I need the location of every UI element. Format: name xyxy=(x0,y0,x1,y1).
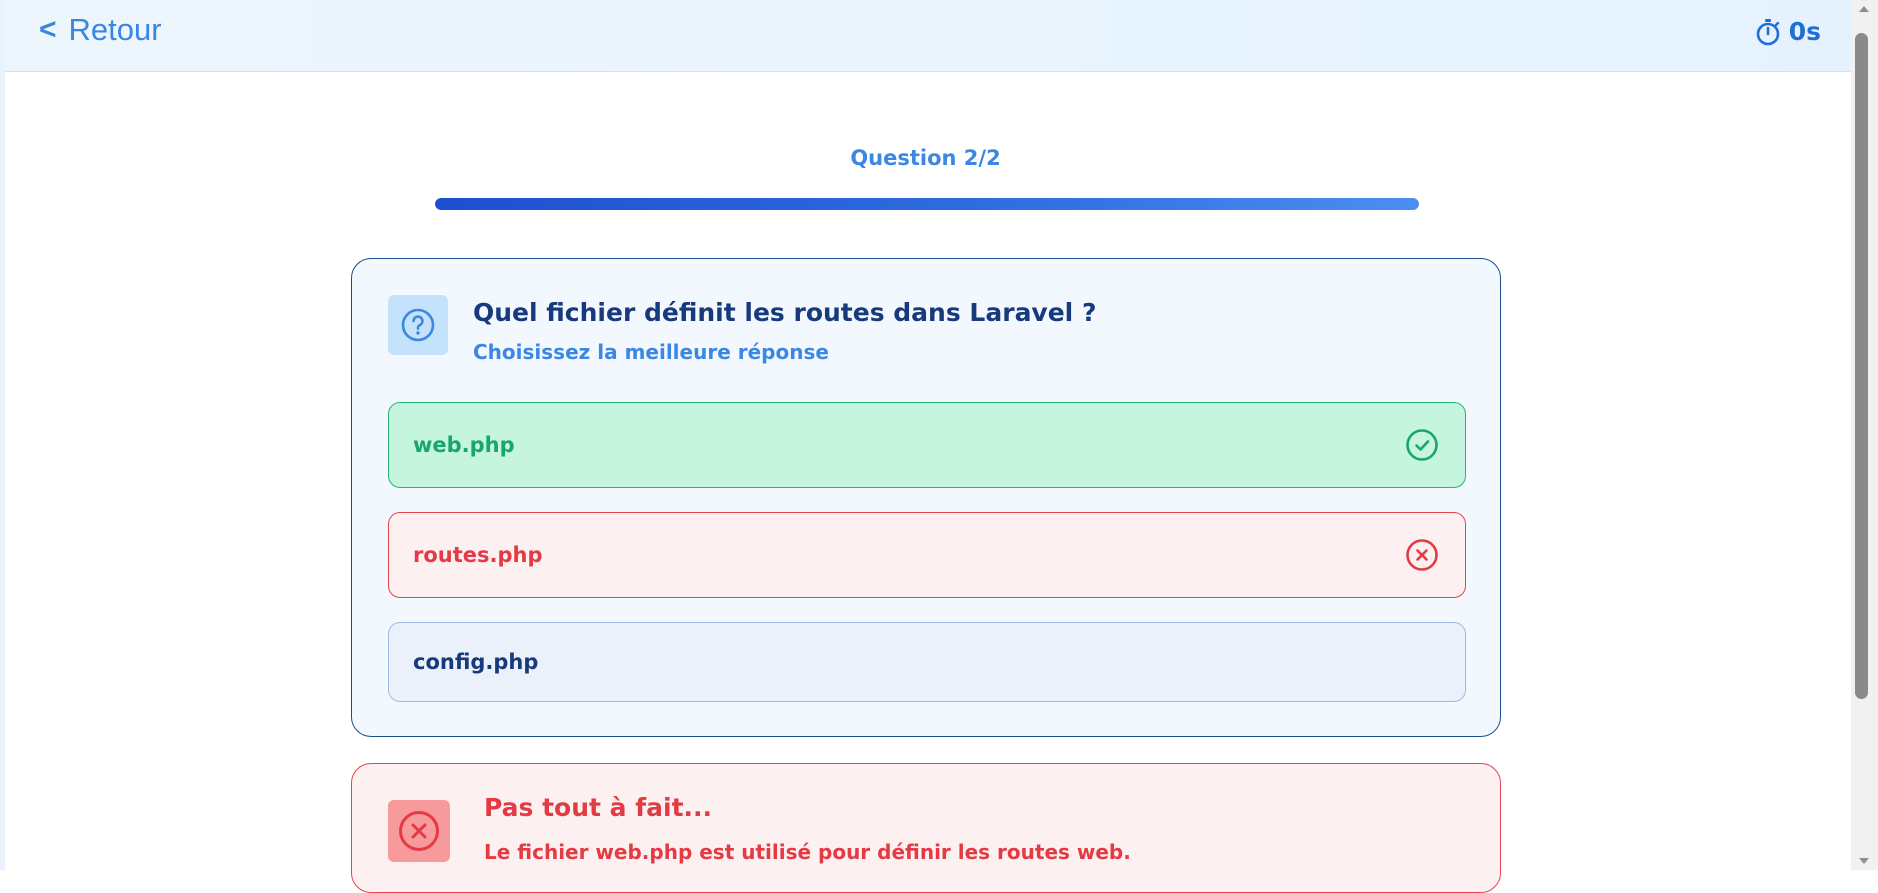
question-title: Quel fichier définit les routes dans Lar… xyxy=(473,298,1097,327)
scroll-up-arrow-icon[interactable] xyxy=(1859,6,1869,12)
answer-option-selected-wrong[interactable]: routes.php xyxy=(388,512,1466,598)
back-button[interactable]: < Retour xyxy=(39,12,162,48)
answer-option[interactable]: config.php xyxy=(388,622,1466,702)
feedback-card: Pas tout à fait... Le fichier web.php es… xyxy=(351,763,1501,893)
timer: 0s xyxy=(1755,17,1821,46)
top-bar: < Retour 0s xyxy=(5,0,1851,72)
answer-label: config.php xyxy=(413,650,539,674)
back-label: Retour xyxy=(68,12,162,47)
question-card: Quel fichier définit les routes dans Lar… xyxy=(351,258,1501,737)
answer-option-correct[interactable]: web.php xyxy=(388,402,1466,488)
question-counter: Question 2/2 xyxy=(850,146,1001,170)
feedback-explanation: Le fichier web.php est utilisé pour défi… xyxy=(484,840,1131,864)
x-circle-icon xyxy=(388,800,450,862)
vertical-scrollbar[interactable] xyxy=(1851,0,1878,870)
feedback-title: Pas tout à fait... xyxy=(484,793,713,822)
progress-bar-fill xyxy=(435,198,1419,210)
chevron-left-icon: < xyxy=(39,13,57,46)
timer-value: 0s xyxy=(1788,17,1821,46)
scroll-down-arrow-icon[interactable] xyxy=(1859,858,1869,864)
scroll-thumb[interactable] xyxy=(1855,33,1868,699)
answer-label: web.php xyxy=(413,433,515,457)
stopwatch-icon xyxy=(1756,18,1780,45)
app-window: < Retour 0s Question 2/2 Quel fichier dé… xyxy=(0,0,1878,893)
question-circle-icon xyxy=(388,295,448,355)
question-subtitle: Choisissez la meilleure réponse xyxy=(473,340,829,364)
x-circle-icon xyxy=(1406,539,1438,571)
answer-label: routes.php xyxy=(413,543,543,567)
progress-bar xyxy=(435,198,1419,210)
window-edge xyxy=(0,0,5,870)
check-circle-icon xyxy=(1406,429,1438,461)
